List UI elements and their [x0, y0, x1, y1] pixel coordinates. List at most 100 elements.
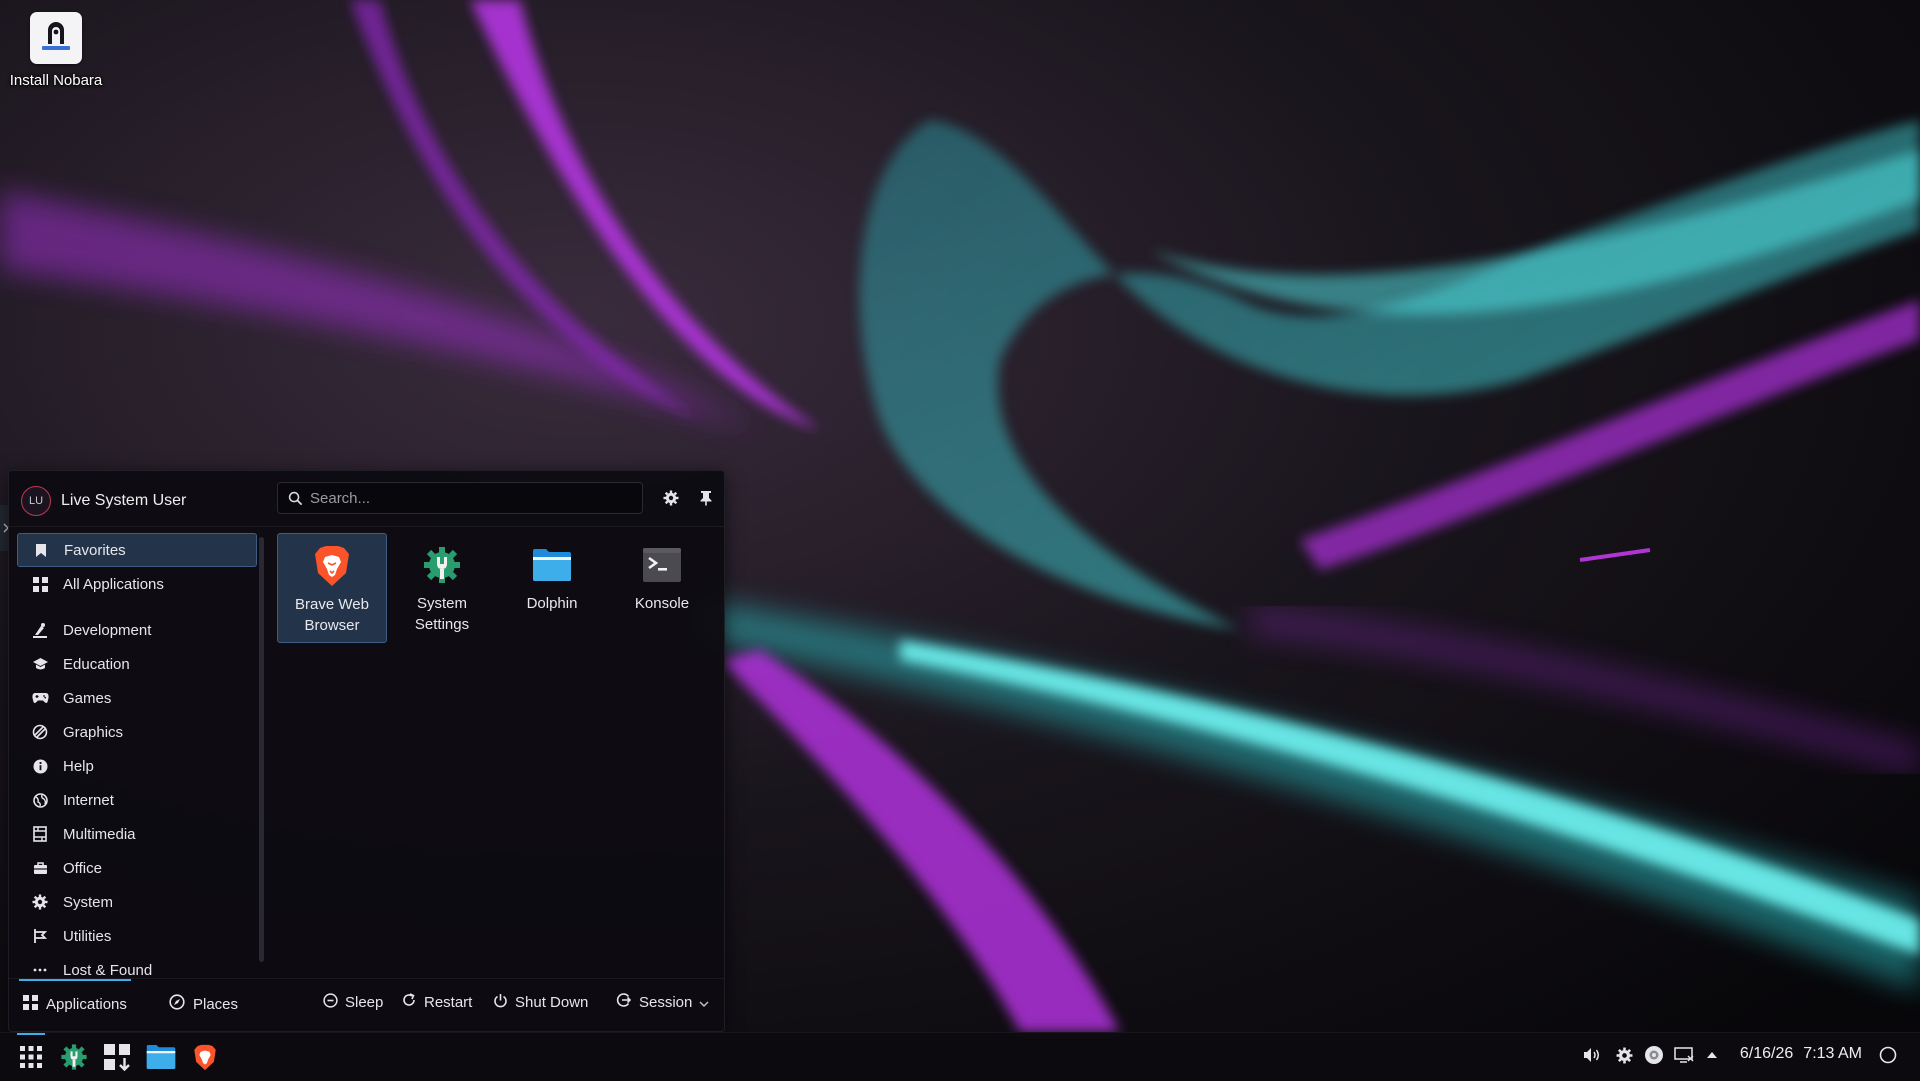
- session-label: Session: [639, 993, 693, 1011]
- category-label: Education: [63, 655, 130, 673]
- session-button[interactable]: Session: [616, 991, 709, 1013]
- category-label: Utilities: [63, 927, 112, 945]
- restart-button[interactable]: Restart: [401, 991, 472, 1013]
- grid-icon: [31, 575, 49, 593]
- search-field[interactable]: [277, 482, 643, 514]
- category-list: Favorites All Applications Development E…: [17, 533, 257, 987]
- clock-time: 7:13 AM: [1803, 1045, 1862, 1062]
- user-header[interactable]: LU Live System User: [21, 485, 186, 517]
- restart-label: Restart: [424, 993, 473, 1011]
- tab-label: Applications: [46, 995, 127, 1013]
- expand-tray-icon[interactable]: [1700, 1043, 1724, 1067]
- category-label: All Applications: [63, 575, 164, 593]
- chevron-down-icon: [699, 994, 709, 1011]
- restart-icon: [401, 992, 417, 1012]
- system-settings-icon[interactable]: [56, 1039, 92, 1075]
- search-input[interactable]: [308, 488, 612, 508]
- app-label: System Settings: [414, 595, 470, 633]
- volume-icon[interactable]: [1580, 1043, 1604, 1067]
- category-help[interactable]: Help: [17, 749, 257, 783]
- category-all-applications[interactable]: All Applications: [17, 567, 257, 601]
- category-label: Internet: [63, 791, 114, 809]
- settings-icon[interactable]: [1612, 1043, 1636, 1067]
- favorites-grid: Brave Web Browser System Settings Dolphi…: [277, 533, 717, 643]
- category-label: Lost & Found: [63, 961, 153, 979]
- category-label: Games: [63, 689, 112, 707]
- category-multimedia[interactable]: Multimedia: [17, 817, 257, 851]
- utilities-icon: [31, 927, 49, 945]
- education-icon: [31, 655, 49, 673]
- installer-icon: [30, 12, 82, 64]
- taskbar: 6/16/26 7:13 AM: [0, 1032, 1920, 1081]
- shut-down-label: Shut Down: [515, 993, 589, 1011]
- desktop-icon-install-nobara[interactable]: Install Nobara: [4, 12, 108, 89]
- app-brave-web-browser[interactable]: Brave Web Browser: [277, 533, 387, 643]
- app-launcher-icon[interactable]: [13, 1033, 49, 1075]
- user-name: Live System User: [61, 492, 187, 509]
- category-internet[interactable]: Internet: [17, 783, 257, 817]
- sleep-icon: [323, 992, 338, 1012]
- category-lost-and-found[interactable]: Lost & Found: [17, 953, 257, 987]
- graphics-icon: [31, 723, 49, 741]
- dolphin-folder-icon: [530, 543, 574, 587]
- category-label: Help: [63, 757, 94, 775]
- category-system[interactable]: System: [17, 885, 257, 919]
- category-graphics[interactable]: Graphics: [17, 715, 257, 749]
- tab-places[interactable]: Places: [169, 993, 238, 1015]
- discover-icon[interactable]: [99, 1039, 135, 1075]
- dolphin-folder-icon[interactable]: [143, 1039, 179, 1075]
- media-icon[interactable]: [1642, 1043, 1666, 1067]
- pin-icon[interactable]: [695, 487, 717, 509]
- app-system-settings[interactable]: System Settings: [387, 533, 497, 643]
- tab-label: Places: [193, 995, 239, 1013]
- globe-icon: [31, 791, 49, 809]
- category-office[interactable]: Office: [17, 851, 257, 885]
- header-divider: [9, 526, 724, 527]
- multimedia-icon: [31, 825, 49, 843]
- category-utilities[interactable]: Utilities: [17, 919, 257, 953]
- clock-date: 6/16/26: [1739, 1045, 1794, 1062]
- sleep-label: Sleep: [345, 993, 384, 1011]
- office-icon: [31, 859, 49, 877]
- system-settings-icon: [420, 543, 464, 587]
- category-education[interactable]: Education: [17, 647, 257, 681]
- category-games[interactable]: Games: [17, 681, 257, 715]
- help-icon: [31, 757, 49, 775]
- category-label: System: [63, 893, 114, 911]
- ellipsis-icon: [31, 961, 49, 979]
- avatar: LU: [21, 486, 51, 516]
- search-icon: [282, 491, 308, 506]
- app-label: Dolphin: [526, 595, 578, 612]
- system-gear-icon: [31, 893, 49, 911]
- power-icon: [493, 993, 508, 1012]
- bookmark-icon: [32, 541, 50, 559]
- settings-icon[interactable]: [660, 487, 682, 509]
- app-konsole[interactable]: Konsole: [607, 533, 717, 643]
- category-favorites[interactable]: Favorites: [17, 533, 257, 567]
- category-label: Office: [63, 859, 102, 877]
- development-icon: [31, 621, 49, 639]
- category-label: Graphics: [63, 723, 124, 741]
- desktop-icon-label: Install Nobara: [9, 72, 103, 89]
- grid-icon: [23, 994, 38, 1014]
- app-label: Konsole: [634, 595, 690, 612]
- app-label: Brave Web Browser: [295, 596, 369, 634]
- category-development[interactable]: Development: [17, 613, 257, 647]
- category-label: Development: [63, 621, 152, 639]
- session-icon: [616, 992, 632, 1012]
- app-dolphin[interactable]: Dolphin: [497, 533, 607, 643]
- shut-down-button[interactable]: Shut Down: [493, 991, 588, 1013]
- show-desktop-icon[interactable]: [1876, 1043, 1900, 1067]
- display-icon[interactable]: [1672, 1043, 1696, 1067]
- category-scrollbar[interactable]: [259, 537, 264, 962]
- application-launcher: LU Live System User Favorites All Applic…: [8, 470, 725, 1032]
- konsole-terminal-icon: [640, 543, 684, 587]
- tab-applications[interactable]: Applications: [19, 979, 131, 1015]
- category-label: Multimedia: [63, 825, 136, 843]
- clock[interactable]: 6/16/26 7:13 AM: [1740, 1045, 1862, 1063]
- gamepad-icon: [31, 689, 49, 707]
- brave-browser-icon[interactable]: [187, 1039, 223, 1075]
- sleep-button[interactable]: Sleep: [323, 991, 383, 1013]
- brave-browser-icon: [310, 544, 354, 588]
- category-label: Favorites: [64, 541, 126, 559]
